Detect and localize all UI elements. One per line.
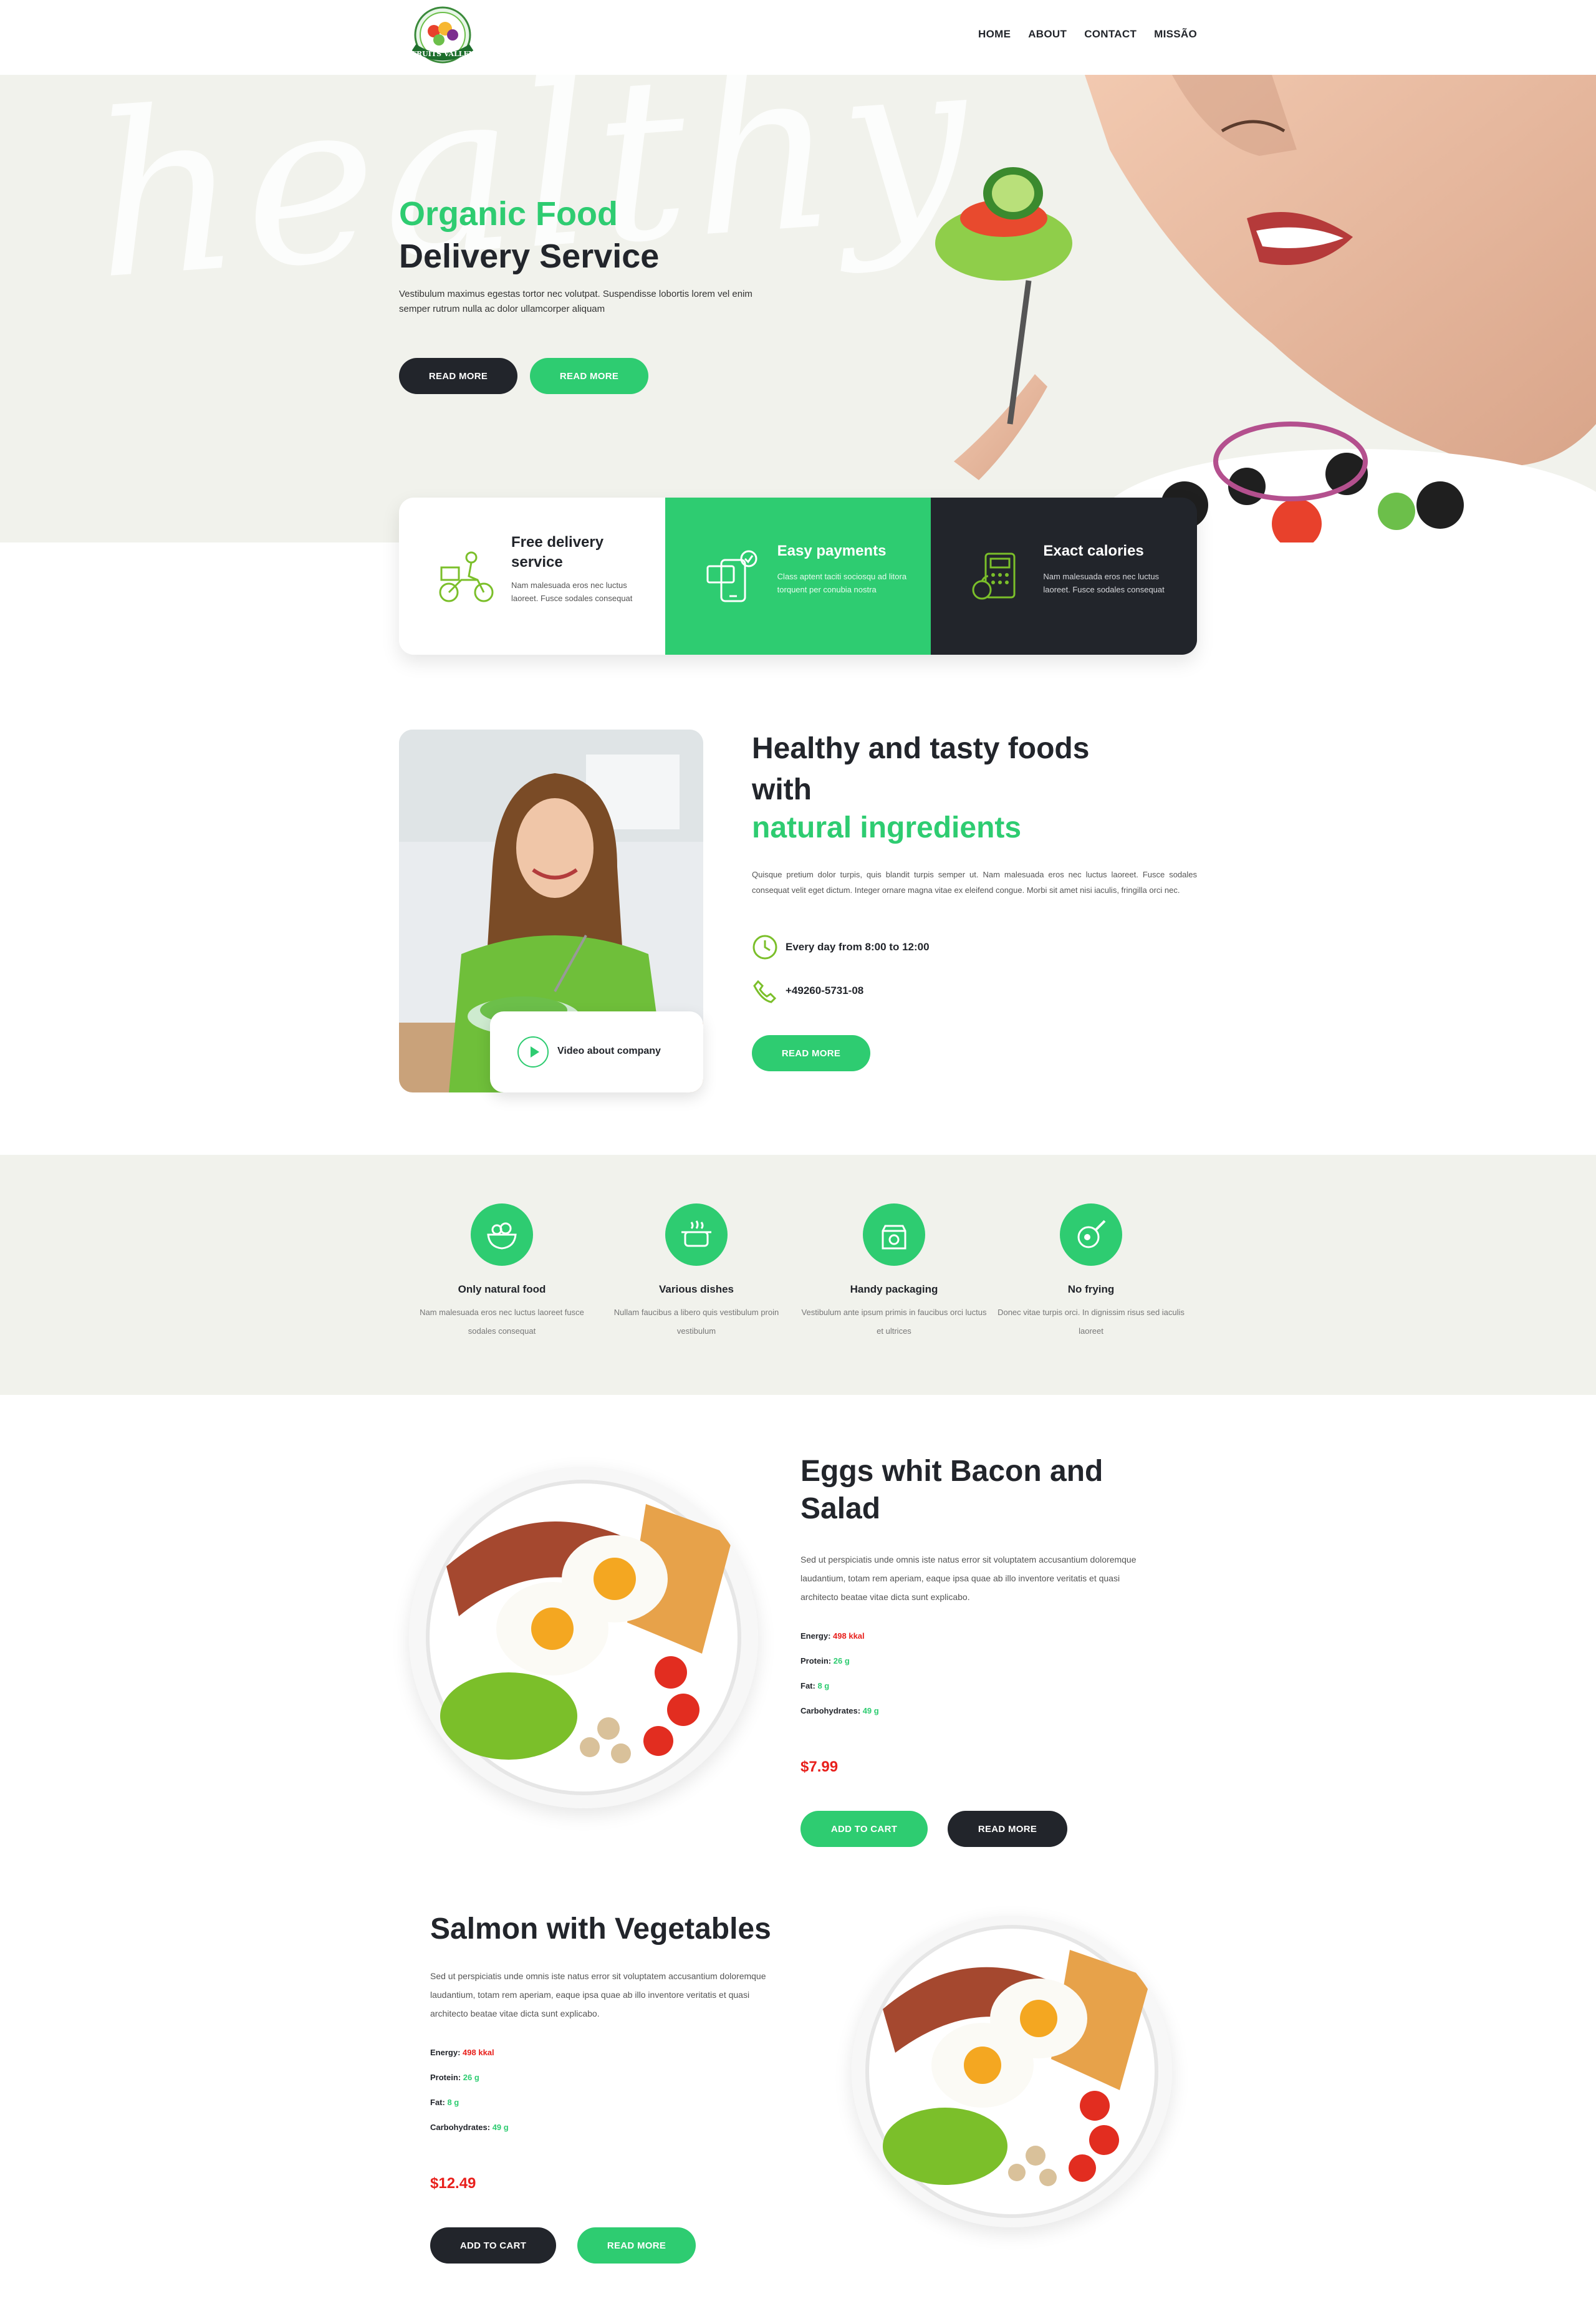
about-read-more-button[interactable]: READ MORE — [752, 1035, 870, 1071]
hero-read-more-dark-button[interactable]: READ MORE — [399, 358, 517, 394]
nutrition-fat: Fat: 8 g — [430, 2098, 459, 2107]
benefit-title: Handy packaging — [850, 1283, 938, 1295]
product-title: Salmon with Vegetables — [430, 1912, 771, 1946]
opening-hours: Every day from 8:00 to 12:00 — [752, 934, 930, 960]
about-description: Quisque pretium dolor turpis, quis bland… — [752, 870, 1197, 895]
nutrition-carbohydrates: Carbohydrates: 49 g — [800, 1706, 879, 1715]
product-description: Sed ut perspiciatis unde omnis iste natu… — [800, 1555, 1137, 1602]
add-to-cart-button[interactable]: ADD TO CART — [430, 2227, 556, 2264]
about-title: Healthy and tasty foods with — [752, 732, 1090, 806]
feature-title: Exact calories — [1043, 542, 1144, 559]
hero-woman-eating-salad-image — [935, 75, 1596, 542]
benefit-title: No frying — [1067, 1283, 1115, 1295]
benefit-no-frying: No frying Donec vitae turpis orci. In di… — [998, 1203, 1185, 1341]
hero-read-more-green-button[interactable]: READ MORE — [530, 358, 648, 394]
hero-title-dark: Delivery Service — [399, 238, 660, 275]
benefit-various-dishes: Various dishes Nullam faucibus a libero … — [603, 1203, 790, 1341]
benefit-title: Only natural food — [458, 1283, 546, 1295]
benefit-handy-packaging: Handy packaging Vestibulum ante ipsum pr… — [800, 1203, 988, 1341]
fruits-valley-logo-icon: FRUITS VALLEY — [411, 6, 474, 64]
nutrition-fat: Fat: 8 g — [800, 1681, 830, 1690]
benefit-text: Nam malesuada eros nec luctus laoreet fu… — [420, 1308, 584, 1336]
product-price: $7.99 — [800, 1758, 839, 1775]
feature-cards: Free delivery service Nam malesuada eros… — [399, 498, 1197, 655]
food-package-icon — [863, 1203, 925, 1266]
salad-bowl-icon — [471, 1203, 533, 1266]
feature-title: Easy payments — [777, 542, 887, 559]
cooking-pot-icon — [665, 1203, 728, 1266]
about-title-green: natural ingredients — [752, 811, 1022, 844]
hours-text: Every day from 8:00 to 12:00 — [786, 941, 930, 953]
hero-section: healthy Organic Food Delivery Service Ve… — [0, 75, 1596, 542]
feature-title: Free delivery service — [511, 534, 604, 571]
brand-logo[interactable]: FRUITS VALLEY — [399, 4, 486, 71]
feature-easy-payments: Easy payments Class aptent taciti socios… — [665, 498, 931, 655]
clock-icon — [752, 935, 777, 960]
site-header: FRUITS VALLEY HOME ABOUT CONTACT MISSÃO — [0, 0, 1596, 75]
product-eggs-bacon-image — [409, 1467, 758, 1808]
product-salmon-vegetables-image — [852, 1916, 1172, 2227]
hero-description: Vestibulum maximus egestas tortor nec vo… — [399, 289, 752, 314]
nutrition-protein: Protein: 26 g — [430, 2073, 479, 2082]
delivery-scooter-icon — [439, 551, 494, 602]
feature-text: Nam malesuada eros nec luctus laoreet. F… — [511, 581, 633, 603]
nav-home[interactable]: HOME — [978, 28, 1011, 41]
frying-pan-icon — [1060, 1203, 1122, 1266]
product-price: $12.49 — [430, 2175, 476, 2192]
play-icon[interactable] — [517, 1036, 549, 1068]
benefit-title: Various dishes — [659, 1283, 734, 1295]
nutrition-protein: Protein: 26 g — [800, 1656, 850, 1666]
feature-exact-calories: Exact calories Nam malesuada eros nec lu… — [931, 498, 1197, 655]
benefit-text: Vestibulum ante ipsum primis in faucibus… — [801, 1308, 987, 1336]
phone-number[interactable]: +49260-5731-08 — [752, 978, 863, 1004]
video-label: Video about company — [557, 1046, 661, 1056]
product-title: Eggs whit Bacon and Salad — [800, 1455, 1103, 1525]
benefit-text: Donec vitae turpis orci. In dignissim ri… — [998, 1308, 1185, 1336]
nav-contact[interactable]: CONTACT — [1084, 28, 1137, 41]
logo-text: FRUITS VALLEY — [411, 50, 474, 58]
video-about-company-card[interactable]: Video about company — [490, 1011, 703, 1092]
feature-text: Class aptent taciti sociosqu ad litora t… — [777, 572, 907, 594]
phone-text: +49260-5731-08 — [786, 985, 864, 996]
phone-icon — [753, 980, 777, 1003]
nav-about[interactable]: ABOUT — [1028, 28, 1067, 41]
benefit-natural-food: Only natural food Nam malesuada eros nec… — [408, 1203, 595, 1341]
main-nav: HOME ABOUT CONTACT MISSÃO — [978, 28, 1197, 41]
mobile-payment-icon — [706, 550, 757, 602]
benefit-text: Nullam faucibus a libero quis vestibulum… — [613, 1308, 779, 1336]
feature-text: Nam malesuada eros nec luctus laoreet. F… — [1043, 572, 1165, 594]
nutrition-energy: Energy: 498 kkal — [800, 1631, 865, 1641]
calorie-calculator-icon — [972, 552, 1016, 600]
nav-missao[interactable]: MISSÃO — [1154, 28, 1197, 41]
hero-title-green: Organic Food — [399, 195, 618, 233]
nutrition-carbohydrates: Carbohydrates: 49 g — [430, 2123, 509, 2132]
add-to-cart-button[interactable]: ADD TO CART — [800, 1811, 928, 1847]
feature-free-delivery: Free delivery service Nam malesuada eros… — [399, 498, 665, 655]
benefits-section: Only natural food Nam malesuada eros nec… — [0, 1155, 1596, 1395]
product-description: Sed ut perspiciatis unde omnis iste natu… — [430, 1971, 766, 2018]
nutrition-energy: Energy: 498 kkal — [430, 2048, 494, 2057]
product-read-more-button[interactable]: READ MORE — [948, 1811, 1067, 1847]
product-read-more-button[interactable]: READ MORE — [577, 2227, 696, 2264]
